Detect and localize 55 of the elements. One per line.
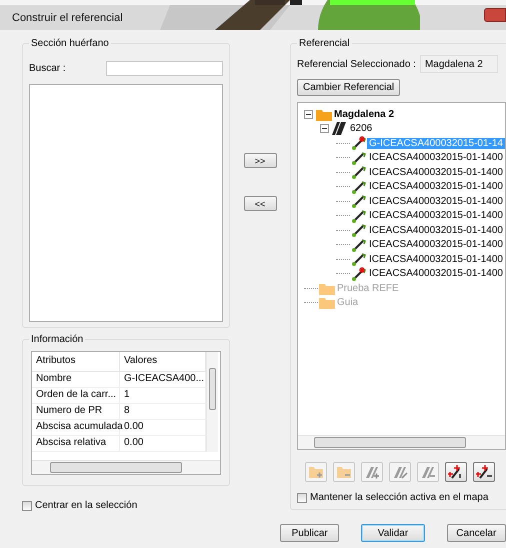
tree-item[interactable]: 6206 bbox=[348, 123, 374, 134]
horizontal-scrollbar[interactable] bbox=[32, 460, 220, 474]
move-button[interactable]: >> bbox=[244, 153, 276, 168]
table-cell: G-ICEACSA400... bbox=[120, 372, 206, 388]
folder-minus-icon bbox=[336, 464, 352, 480]
folder-plus-icon bbox=[308, 464, 324, 480]
search-field[interactable] bbox=[106, 61, 223, 76]
tree-item[interactable]: ICEACSA400032015-01-1400 bbox=[367, 254, 505, 264]
close-button[interactable] bbox=[484, 8, 506, 22]
group-title: Sección huérfano bbox=[30, 38, 110, 49]
group-title: Información bbox=[30, 334, 84, 345]
table-cell: 0.00 bbox=[120, 436, 206, 452]
tree-item[interactable]: ICEACSA400032015-01-1400 bbox=[367, 196, 505, 206]
checkbox-label: Centrar en la selección bbox=[35, 500, 138, 511]
tree-item[interactable]: ICEACSA400032015-01-1400 bbox=[367, 210, 505, 221]
tree-item[interactable]: ICEACSA400032015-01-1400 bbox=[367, 239, 505, 250]
collapse-toggle[interactable] bbox=[320, 124, 329, 133]
table-cell: 8 bbox=[120, 404, 206, 420]
road-icon bbox=[332, 122, 348, 135]
window-title: Construir el referencial bbox=[12, 12, 123, 24]
group-title: Referencial bbox=[298, 38, 351, 49]
road-pencil-icon bbox=[392, 464, 408, 480]
move-button[interactable]: << bbox=[244, 196, 276, 211]
column-header[interactable]: Atributos bbox=[32, 352, 120, 372]
table-cell: Numero de PR bbox=[32, 404, 120, 420]
folder-icon bbox=[319, 296, 335, 309]
toolbar-button[interactable] bbox=[473, 462, 495, 482]
change-button[interactable]: Cambier Referencial bbox=[297, 79, 400, 96]
table-cell: Nombre bbox=[32, 372, 120, 388]
road-minus-icon bbox=[420, 464, 436, 480]
tree-item[interactable]: ICEACSA400032015-01-1400 bbox=[367, 268, 505, 279]
dialog-button[interactable]: Validar bbox=[361, 524, 425, 542]
tree-item[interactable]: ICEACSA400032015-01-1400 bbox=[367, 181, 505, 192]
table-cell: Orden de la carr... bbox=[32, 388, 120, 404]
folder-icon bbox=[319, 282, 335, 294]
table-cell: Abscisa relativa bbox=[32, 436, 120, 452]
vertical-scrollbar[interactable] bbox=[206, 352, 218, 452]
horizontal-scrollbar[interactable] bbox=[298, 435, 505, 449]
table-cell: 1 bbox=[120, 388, 206, 404]
tree-item[interactable]: ICEACSA400032015-01-1400 bbox=[367, 152, 505, 163]
selected-label: Referencial Seleccionado : bbox=[297, 58, 416, 70]
checkbox[interactable] bbox=[297, 492, 307, 502]
selected-value-field: Magdalena 2 bbox=[420, 55, 498, 73]
checkbox-label: Mantener la selección activa en el mapa bbox=[310, 492, 488, 503]
collapse-toggle[interactable] bbox=[304, 110, 313, 118]
tree-item[interactable]: ICEACSA400032015-01-1400 bbox=[367, 166, 505, 178]
road-plus-icon bbox=[364, 464, 380, 480]
tree-item[interactable]: ICEACSA400032015-01-1400 bbox=[367, 224, 505, 236]
folder-icon bbox=[316, 108, 332, 120]
dialog-button[interactable]: Cancelar bbox=[446, 524, 506, 542]
checkbox[interactable] bbox=[22, 500, 32, 510]
dialog-button[interactable]: Publicar bbox=[280, 524, 340, 542]
tree-item[interactable]: Magdalena 2 bbox=[332, 108, 396, 120]
toolbar-button[interactable] bbox=[445, 462, 467, 482]
search-label: Buscar : bbox=[29, 63, 66, 74]
